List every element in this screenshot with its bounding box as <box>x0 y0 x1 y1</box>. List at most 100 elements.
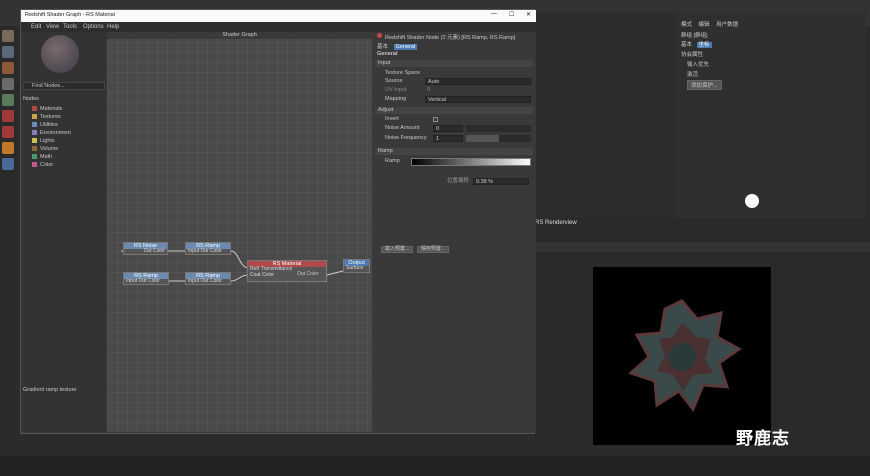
menu-edit[interactable]: Edit <box>31 24 41 30</box>
invert-checkbox[interactable] <box>433 117 438 122</box>
attr-tabs: 模式 编辑 用户数据 <box>681 20 738 28</box>
graph-connections <box>121 250 344 282</box>
tool-icon[interactable] <box>2 46 14 58</box>
attr-tab-edit[interactable]: 编辑 <box>699 22 710 28</box>
menu-help[interactable]: Help <box>107 24 119 30</box>
node-browser: Find Nodes... Nodes Materials Textures U… <box>21 32 107 432</box>
node-rs-noise[interactable]: RS Noise Out Color <box>123 242 168 255</box>
mapping-select[interactable]: Vertical <box>425 96 531 103</box>
node-rs-material[interactable]: RS Material Refr Transmittance Coat Colo… <box>247 260 327 282</box>
attr-sub-tabs: 基本 坐标 <box>681 40 712 48</box>
noise-frequency-slider[interactable] <box>466 135 531 142</box>
noise-amount-input[interactable]: 0 <box>433 125 463 132</box>
node-port: Input Out Color <box>126 278 160 284</box>
source-label: Source <box>385 78 403 84</box>
attr-subtab-coord[interactable]: 坐标 <box>696 42 712 48</box>
tool-icon[interactable] <box>2 158 14 170</box>
properties-header: Redshift Shader Node (2 元素) [RS Ramp, RS… <box>385 35 516 41</box>
tool-icon[interactable] <box>2 94 14 106</box>
category-math[interactable]: Math <box>27 154 52 160</box>
ramp-section[interactable]: Ramp <box>375 148 533 155</box>
tool-icon[interactable] <box>2 110 14 122</box>
shader-graph-canvas[interactable]: Shader Graph RS Noise Out Color RS Ramp … <box>107 32 372 432</box>
node-port: Out Color <box>297 271 319 277</box>
load-preset-button[interactable]: 载入预置... <box>381 246 413 253</box>
node-description: Gradient ramp texture <box>23 387 77 393</box>
menu-view[interactable]: View <box>46 24 59 30</box>
category-icon <box>32 106 37 112</box>
node-port: Input Out Color <box>188 248 222 254</box>
category-utilities[interactable]: Utilities <box>27 122 58 128</box>
category-lights[interactable]: Lights <box>27 138 55 144</box>
attribute-manager: 模式 编辑 用户数据 群组 [群组] 基本 坐标 协会属性 输入优先 激活 添加… <box>675 12 865 217</box>
node-port: Input Out Color <box>188 278 222 284</box>
category-icon <box>32 130 37 136</box>
category-icon <box>32 154 37 160</box>
status-bar <box>0 456 870 476</box>
texture-space-label: Texture Space <box>385 70 421 76</box>
node-output[interactable]: Output Surface <box>343 259 370 273</box>
tool-icon[interactable] <box>2 126 14 138</box>
maximize-icon[interactable]: ☐ <box>509 11 514 18</box>
category-icon <box>32 114 37 120</box>
category-materials[interactable]: Materials <box>27 106 62 112</box>
minimize-icon[interactable]: — <box>491 11 497 17</box>
category-environment[interactable]: Environment <box>27 130 71 136</box>
menu-tools[interactable]: Tools <box>63 24 77 30</box>
node-rs-ramp-1[interactable]: RS Ramp Input Out Color <box>185 242 231 255</box>
noise-frequency-input[interactable]: 1 <box>433 135 463 142</box>
window-menubar: Edit View Tools Options Help <box>21 22 536 32</box>
node-rs-ramp-2[interactable]: RS Ramp Input Out Color <box>123 272 169 285</box>
attr-tab-userdata[interactable]: 用户数据 <box>716 22 738 28</box>
attr-row[interactable]: 激活 <box>687 70 698 78</box>
nodes-header: Nodes <box>23 96 39 102</box>
window-titlebar: Redshift Shader Graph - RS Material — ☐ … <box>21 10 536 22</box>
save-preset-button[interactable]: 保存预置... <box>417 246 449 253</box>
category-icon <box>32 122 37 128</box>
uv-input-label: UV Input <box>385 87 407 93</box>
attr-add-button[interactable]: 添加保护... <box>687 80 722 90</box>
menu-options[interactable]: Options <box>83 24 104 30</box>
shader-graph-window: Redshift Shader Graph - RS Material — ☐ … <box>20 9 536 434</box>
attr-title: 群组 [群组] <box>681 33 708 39</box>
node-port: Surface <box>346 265 364 271</box>
ramp-label: Ramp <box>385 158 400 164</box>
category-icon <box>32 138 37 144</box>
tab-general[interactable]: General <box>393 44 418 50</box>
viewport-toolbar <box>535 242 870 252</box>
category-volume[interactable]: Volume <box>27 146 58 152</box>
attr-subtab-basic[interactable]: 基本 <box>681 42 692 48</box>
noise-amount-slider[interactable] <box>466 125 531 132</box>
category-color[interactable]: Color <box>27 162 53 168</box>
tool-icon[interactable] <box>2 62 14 74</box>
left-toolbar <box>0 26 16 436</box>
close-icon[interactable]: ✕ <box>526 11 531 18</box>
mapping-label: Mapping <box>385 96 407 102</box>
adjust-section[interactable]: Adjust <box>375 107 533 114</box>
watermark: 野鹿志 <box>736 429 790 449</box>
render-object-icon <box>628 299 742 412</box>
invert-label: Invert <box>385 116 399 122</box>
find-nodes-input[interactable]: Find Nodes... <box>23 82 105 90</box>
source-select[interactable]: Auto <box>425 78 531 85</box>
node-rs-ramp-3[interactable]: RS Ramp Input Out Color <box>185 272 231 285</box>
attr-tab-mode[interactable]: 模式 <box>681 22 692 28</box>
ramp-gradient[interactable] <box>411 158 531 166</box>
noise-frequency-label: Noise Frequency <box>385 135 427 141</box>
tool-icon[interactable] <box>2 142 14 154</box>
input-section[interactable]: Input <box>375 60 533 67</box>
tool-icon[interactable] <box>2 78 14 90</box>
noise-amount-label: Noise Amount <box>385 125 420 131</box>
category-textures[interactable]: Textures <box>27 114 61 120</box>
tab-basic[interactable]: 基本 <box>377 44 388 50</box>
attr-row[interactable]: 输入优先 <box>687 60 709 68</box>
node-port: Out Color <box>143 248 165 254</box>
uv-input-value[interactable]: 0 <box>427 87 430 94</box>
position-offset-input[interactable]: 9.38 % <box>473 178 529 185</box>
viewport-label: RS Renderview <box>535 220 577 226</box>
position-offset-label: 位置偏移 <box>447 178 470 184</box>
node-icon <box>377 33 382 38</box>
render-image <box>593 267 771 445</box>
object-manager <box>535 12 675 217</box>
tool-icon[interactable] <box>2 30 14 42</box>
